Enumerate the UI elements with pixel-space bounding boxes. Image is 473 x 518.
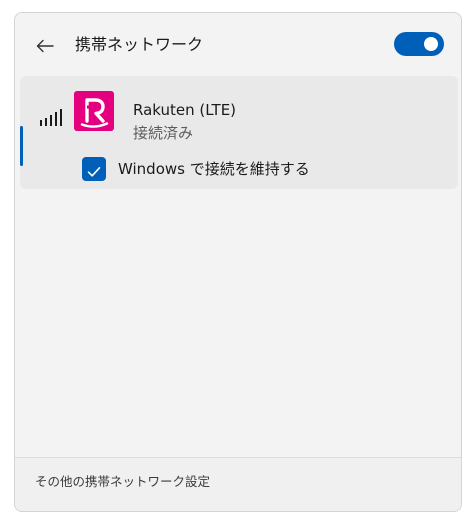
network-status: 接続済み xyxy=(133,124,194,142)
cellular-flyout-panel: 携帯ネットワーク Rakuten (LTE) 接続済み Windows で接続を… xyxy=(14,12,462,512)
cellular-toggle[interactable] xyxy=(394,32,444,56)
back-arrow-icon xyxy=(36,38,54,53)
keep-connected-option[interactable]: Windows で接続を維持する xyxy=(82,156,310,182)
flyout-footer: その他の携帯ネットワーク設定 xyxy=(15,457,461,511)
toggle-knob xyxy=(424,37,438,51)
page-title: 携帯ネットワーク xyxy=(75,35,204,54)
more-cellular-settings-link[interactable]: その他の携帯ネットワーク設定 xyxy=(35,473,210,491)
back-button[interactable] xyxy=(31,31,59,59)
checkmark-icon xyxy=(87,163,101,177)
network-name: Rakuten (LTE) xyxy=(133,101,237,119)
keep-connected-checkbox[interactable] xyxy=(82,157,106,181)
signal-strength-icon xyxy=(40,108,70,126)
keep-connected-label: Windows で接続を維持する xyxy=(118,160,310,178)
flyout-header: 携帯ネットワーク xyxy=(15,13,461,75)
active-indicator xyxy=(20,126,23,166)
network-item[interactable]: Rakuten (LTE) 接続済み Windows で接続を維持する xyxy=(20,76,458,189)
rakuten-logo-icon xyxy=(74,91,114,131)
